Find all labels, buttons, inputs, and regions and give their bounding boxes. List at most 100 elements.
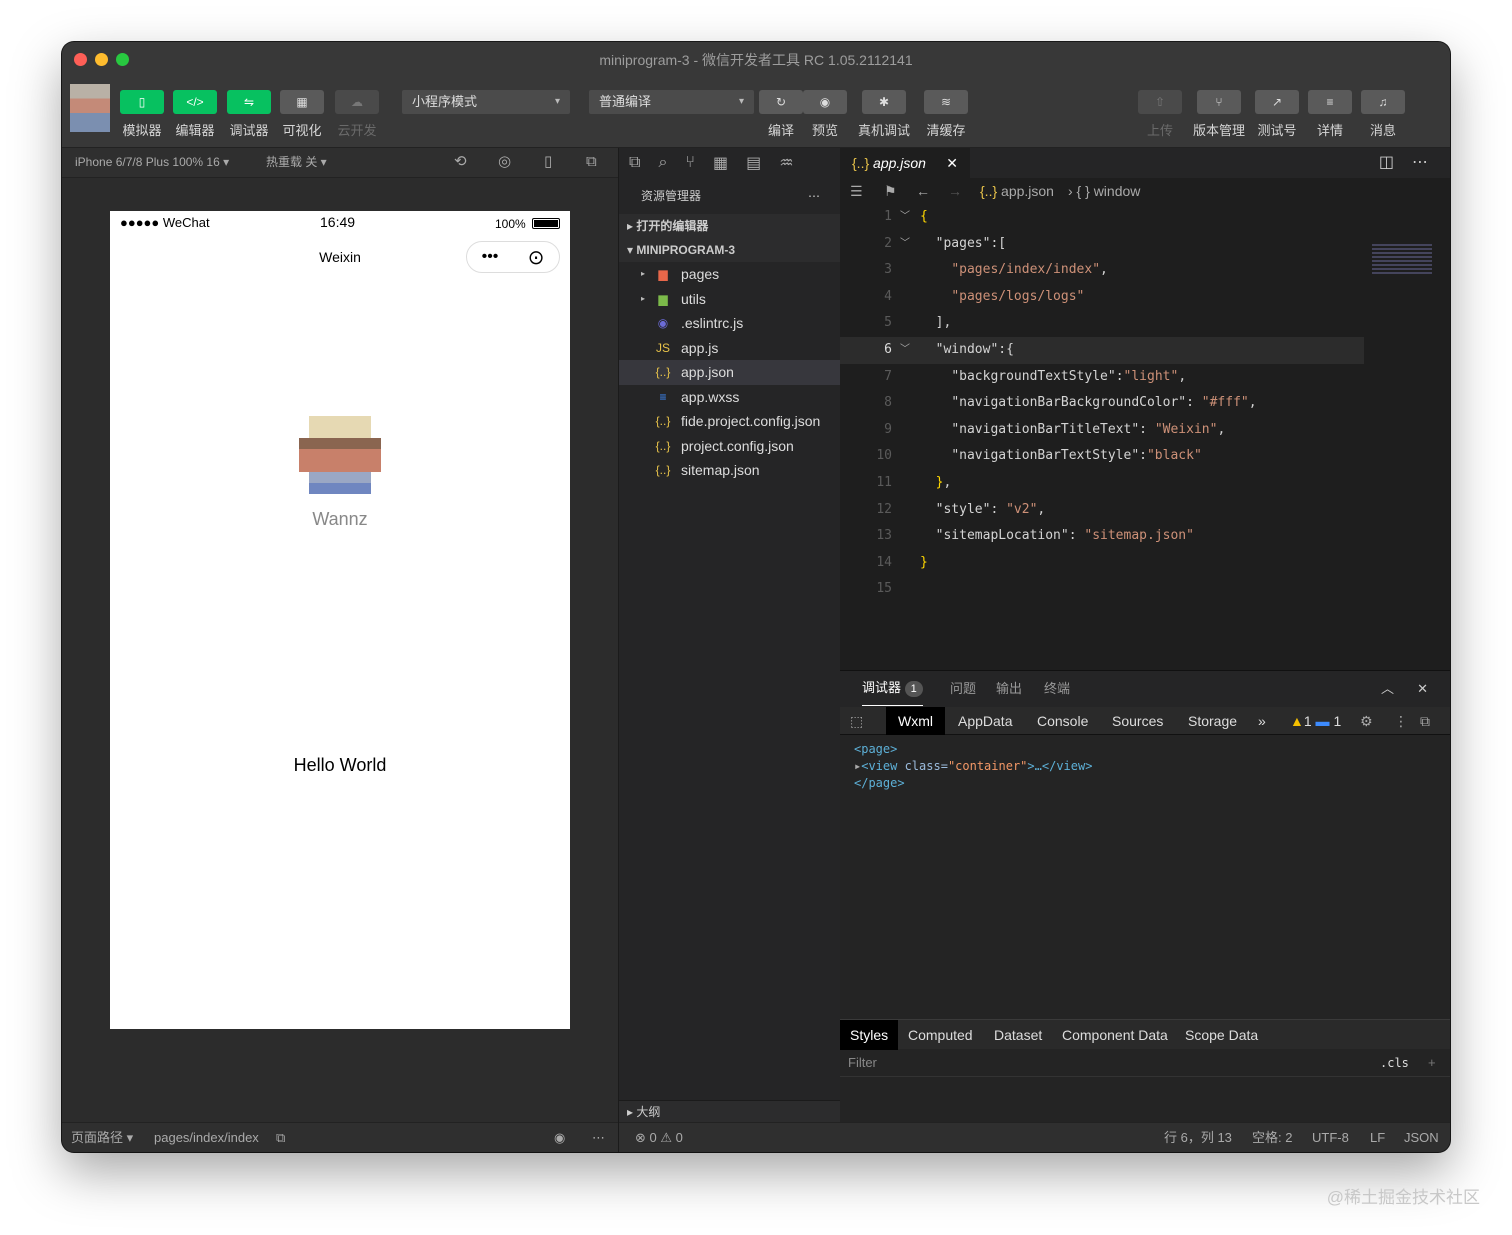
version-button[interactable]: ⑂ 版本管理 (1190, 90, 1248, 139)
encoding[interactable]: UTF-8 (1312, 1123, 1349, 1152)
code-line[interactable]: 2 ﹀ "pages":[ (840, 231, 1450, 258)
tab-console[interactable]: Console (1037, 707, 1088, 735)
fold-chevron-icon[interactable]: ﹀ (900, 204, 910, 231)
list-icon[interactable]: ☰ (850, 178, 863, 204)
remote-debug-button[interactable]: ✱ 真机调试 (856, 90, 912, 139)
tab-component-data[interactable]: Component Data (1062, 1020, 1168, 1050)
tab-debugger[interactable]: 调试器 1 (862, 671, 923, 706)
code-line[interactable]: 3 "pages/index/index", (840, 257, 1450, 284)
tab-dataset[interactable]: Dataset (994, 1020, 1042, 1050)
breadcrumb-symbol[interactable]: › { } window (1068, 178, 1140, 204)
file-item[interactable]: JS app.js (619, 336, 840, 361)
device-select[interactable]: iPhone 6/7/8 Plus 100% 16 ▾ (75, 148, 229, 176)
rotate-icon[interactable]: ⟲ (454, 148, 467, 176)
tab-problems[interactable]: 问题 (950, 671, 976, 707)
tab-storage[interactable]: Storage (1188, 707, 1237, 735)
code-line[interactable]: 13 "sitemapLocation": "sitemap.json" (840, 523, 1450, 550)
cls-toggle[interactable]: .cls (1380, 1049, 1409, 1077)
outline-section[interactable]: ▸ 大纲 (619, 1100, 841, 1122)
tab-scope-data[interactable]: Scope Data (1185, 1020, 1258, 1050)
messages-button[interactable]: ♫ 消息 (1360, 90, 1406, 139)
explorer-more-icon[interactable]: ⋯ (808, 178, 820, 214)
search-icon[interactable]: ⌕ (658, 154, 667, 172)
inspect-icon[interactable]: ⬚ (850, 707, 863, 735)
simulator-button[interactable]: ▯ 模拟器 (119, 90, 165, 139)
open-editors-section[interactable]: ▸ 打开的编辑器 (619, 214, 840, 238)
fold-chevron-icon[interactable]: ﹀ (900, 337, 910, 364)
tab-sources[interactable]: Sources (1112, 707, 1163, 735)
bookmark-icon[interactable]: ⚑ (884, 178, 897, 204)
split-editor-icon[interactable]: ◫ (1379, 152, 1394, 172)
tab-terminal[interactable]: 终端 (1044, 671, 1070, 707)
code-line[interactable]: 12 "style": "v2", (840, 497, 1450, 524)
kebab-menu-icon[interactable]: ⋮ (1394, 707, 1408, 735)
chevron-right-icon[interactable]: ▸ (641, 287, 645, 312)
code-line[interactable]: 15 (840, 576, 1450, 603)
issues-counter[interactable]: ▲1 ▬ 1 (1290, 707, 1341, 735)
user-avatar[interactable] (70, 84, 110, 132)
zoom-window-button[interactable] (116, 53, 129, 66)
code-line[interactable]: 4 "pages/logs/logs" (840, 284, 1450, 311)
visual-button[interactable]: ▦ 可视化 (279, 90, 325, 139)
code-line[interactable]: 5 ], (840, 310, 1450, 337)
cursor-position[interactable]: 行 6，列 13 (1164, 1123, 1232, 1152)
file-item[interactable]: {..} sitemap.json (619, 458, 840, 483)
code-line[interactable]: 10 "navigationBarTextStyle":"black" (840, 443, 1450, 470)
file-item[interactable]: {..} project.config.json (619, 434, 840, 459)
more-tabs-icon[interactable]: » (1258, 707, 1266, 735)
chevron-right-icon[interactable]: ▸ (641, 262, 645, 287)
eye-icon[interactable]: ◉ (554, 1123, 565, 1152)
settings-gear-icon[interactable]: ⚙ (1360, 707, 1373, 735)
dock-icon[interactable]: ⧉ (1420, 707, 1430, 735)
stop-icon[interactable]: ◎ (498, 148, 511, 176)
close-target-icon[interactable]: ⊙ (528, 245, 545, 270)
code-line[interactable]: 1 ﹀ { (840, 204, 1450, 231)
chevron-up-icon[interactable]: ︿ (1381, 671, 1394, 707)
details-button[interactable]: ≡ 详情 (1307, 90, 1353, 139)
source-control-icon[interactable]: ⑂ (685, 154, 695, 172)
phone-mode-icon[interactable]: ▯ (544, 148, 552, 176)
add-rule-icon[interactable]: + (1428, 1049, 1436, 1077)
copy-icon[interactable]: ⧉ (276, 1123, 285, 1152)
clear-cache-button[interactable]: ≋ 清缓存 (918, 90, 974, 139)
files-icon[interactable]: ⧉ (629, 154, 640, 172)
cloud-button[interactable]: ☁ 云开发 (334, 90, 380, 139)
problems-summary[interactable]: ⊗ 0 ⚠ 0 (619, 1122, 841, 1152)
mode-select[interactable]: 小程序模式 (402, 90, 570, 114)
filter-input[interactable]: Filter (848, 1055, 877, 1070)
dom-node-view[interactable]: ▸<view class="container">…</view> (854, 758, 1436, 775)
code-line[interactable]: 9 "navigationBarTitleText": "Weixin", (840, 417, 1450, 444)
dom-node-page[interactable]: <page> (854, 741, 1436, 758)
fold-chevron-icon[interactable]: ﹀ (900, 231, 910, 258)
breadcrumb-file[interactable]: {..} app.json (980, 178, 1054, 204)
tab-output[interactable]: 输出 (996, 671, 1022, 707)
file-item[interactable]: ▸ ▆ utils (619, 287, 840, 312)
more-dots-icon[interactable]: ••• (482, 248, 499, 266)
line-ending[interactable]: LF (1370, 1123, 1385, 1152)
indent-setting[interactable]: 空格: 2 (1252, 1123, 1292, 1152)
file-item[interactable]: ≡ app.wxss (619, 385, 840, 410)
close-window-button[interactable] (74, 53, 87, 66)
minimize-window-button[interactable] (95, 53, 108, 66)
compile-button[interactable]: ↻ 编译 (758, 90, 804, 139)
docker-icon[interactable]: ♒ (779, 153, 793, 173)
hot-reload-select[interactable]: 热重载 关 ▾ (266, 148, 327, 176)
capsule-menu[interactable]: ••• ⊙ (466, 241, 560, 273)
test-account-button[interactable]: ↗ 测试号 (1254, 90, 1300, 139)
preview-button[interactable]: ◉ 预览 (802, 90, 848, 139)
language-mode[interactable]: JSON (1404, 1123, 1439, 1152)
dom-node-page-close[interactable]: </page> (854, 775, 1436, 792)
file-item[interactable]: {..} app.json (619, 360, 840, 385)
tab-styles[interactable]: Styles (840, 1020, 899, 1050)
file-item[interactable]: {..} fide.project.config.json (619, 409, 840, 434)
close-panel-icon[interactable]: ✕ (1417, 671, 1428, 707)
tab-computed[interactable]: Computed (908, 1020, 973, 1050)
code-line[interactable]: 6 ﹀ "window":{ (840, 336, 1364, 364)
storage-icon[interactable]: ▤ (746, 153, 761, 173)
close-tab-icon[interactable]: ✕ (946, 148, 958, 178)
tab-wxml[interactable]: Wxml (886, 707, 945, 735)
editor-more-icon[interactable]: ⋯ (1412, 152, 1428, 172)
detach-window-icon[interactable]: ⧉ (586, 148, 597, 176)
code-lines[interactable]: 1 ﹀{2 ﹀ "pages":[3 "pages/index/index", 4 "… (840, 204, 1450, 603)
styles-filter[interactable]: Filter .cls + (840, 1049, 1450, 1077)
